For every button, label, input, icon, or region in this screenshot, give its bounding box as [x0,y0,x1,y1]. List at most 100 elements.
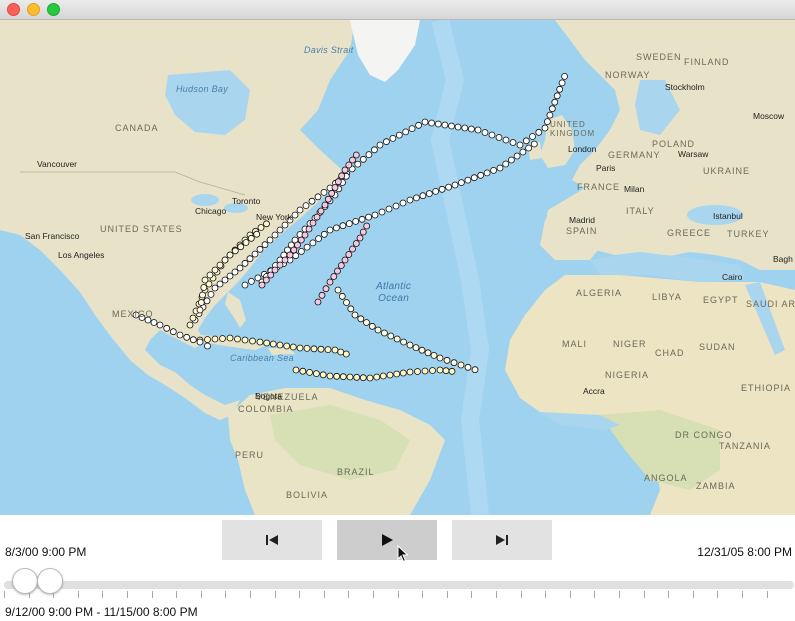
track-point [216,280,224,288]
track-point [247,277,255,285]
label-atlantic-ocean: Atlantic Ocean [376,281,411,305]
label-finland: FINLAND [684,57,730,67]
slider-tick [176,591,178,598]
track-point [317,345,325,353]
track-point [359,228,367,236]
slider-tick [127,591,128,598]
maximize-window-button[interactable] [47,3,60,16]
label-zambia: ZAMBIA [696,481,736,491]
track-point [412,194,420,202]
track-point [258,281,266,289]
track-point [502,136,510,144]
track-point [408,125,416,132]
track-point [385,205,393,213]
track-point [331,346,339,354]
minimize-window-button[interactable] [27,3,40,16]
track-point [301,231,309,239]
track-point [197,299,205,306]
track-point [363,222,371,230]
track-point [365,213,373,221]
track-point [345,220,353,228]
track-point [266,236,274,244]
track-point [189,314,197,322]
track-point [302,202,310,210]
track-point [352,151,360,159]
track-point [432,187,440,195]
track-point [438,185,446,193]
track-point [374,326,382,334]
ocean-label-line1: Atlantic [376,281,412,292]
skip-end-icon [496,535,508,545]
mouse-pointer-icon [397,545,409,563]
slider-tick [299,591,301,598]
track-point [366,374,374,382]
track-point [297,247,305,255]
track-point [326,278,334,286]
track-point [551,98,559,106]
slider-tick [373,591,374,598]
track-point [516,141,524,149]
label-sudan: SUDAN [699,342,736,352]
track-point [241,259,249,267]
track-point [303,243,311,251]
map-view[interactable]: Davis Strait Hudson Bay Caribbean Sea At… [0,20,795,515]
slider-tick [619,591,620,598]
track-point [334,286,342,294]
track-point [338,292,346,300]
track-point [292,252,300,260]
skip-to-start-button[interactable] [222,520,322,560]
track-point [305,225,313,233]
track-point [445,183,453,191]
track-point [289,343,297,351]
skip-to-end-button[interactable] [452,520,552,560]
track-point [296,344,304,352]
track-point [443,356,451,364]
label-san-francisco: San Francisco [25,231,80,241]
time-slider-start-handle[interactable] [12,568,38,594]
slider-tick [692,591,694,598]
track-point [328,189,336,197]
track-point [308,197,316,205]
label-united-states: UNITED STATES [100,224,183,234]
track-point [436,354,444,362]
track-point [347,305,355,313]
track-point [441,121,449,129]
time-slider-track[interactable] [4,581,794,589]
track-point [226,251,234,259]
track-point [256,338,264,346]
track-point [226,272,234,280]
track-point [352,217,360,225]
track-point [471,366,479,374]
track-point [231,268,239,276]
track-point [450,359,458,367]
close-window-button[interactable] [7,3,20,16]
track-point [257,224,265,231]
label-mexico: MEXICO [112,309,154,319]
label-accra: Accra [583,386,605,396]
track-point [378,208,386,216]
track-point [281,221,289,229]
track-point [324,346,332,354]
track-point [318,291,326,299]
track-point [333,372,341,380]
label-algeria: ALGERIA [576,288,623,298]
play-button[interactable] [337,520,437,560]
slider-tick [323,591,325,598]
slider-tick [397,591,399,598]
track-point [454,123,462,131]
slider-tick [766,591,768,598]
track-point [392,202,400,210]
track-point [226,334,234,342]
label-libya: LIBYA [652,292,682,302]
track-point [313,213,321,221]
label-toronto: Toronto [232,196,261,206]
track-point [306,368,314,376]
track-point [351,311,359,319]
track-point [163,324,171,332]
time-slider-end-handle[interactable] [37,568,63,594]
label-canada: CANADA [115,123,159,133]
track-point [256,245,264,253]
track-point [558,79,566,87]
label-poland: POLAND [652,139,696,149]
track-point [334,267,341,275]
